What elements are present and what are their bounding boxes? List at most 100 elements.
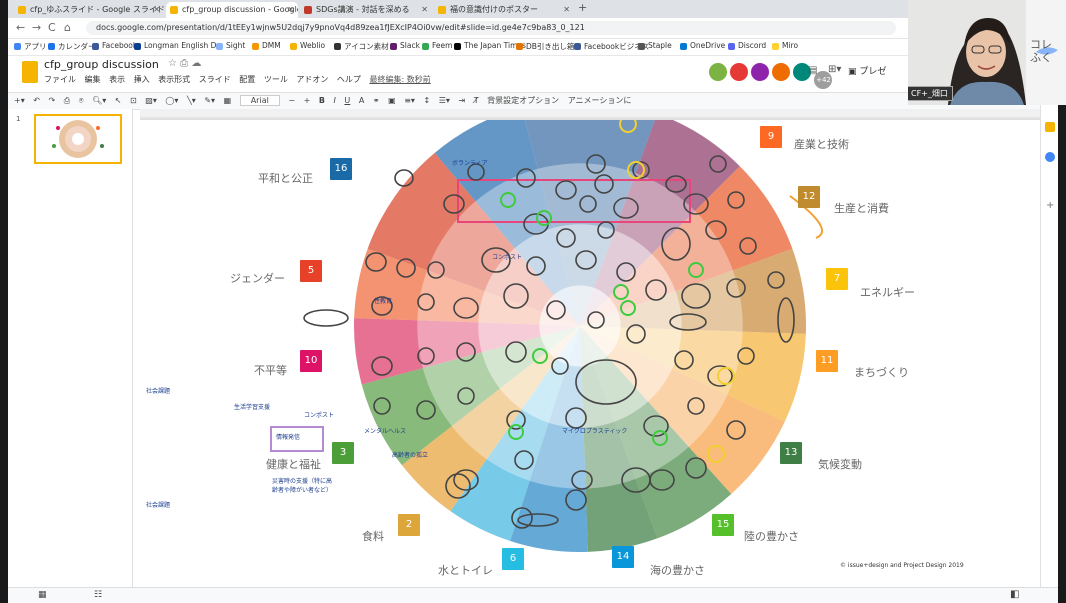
- zoom-icon[interactable]: 🔍︎▾: [92, 96, 106, 105]
- animation-button[interactable]: アニメーションに: [568, 96, 632, 105]
- annotation-text[interactable]: ボランティア: [452, 158, 488, 167]
- menu-file[interactable]: ファイル: [44, 75, 76, 84]
- annotation-text[interactable]: メンタルヘルス: [364, 426, 406, 435]
- bookmark-icon: [134, 43, 141, 50]
- bookmark-item[interactable]: Discord: [728, 41, 766, 50]
- menu-edit[interactable]: 編集: [85, 75, 101, 84]
- annotation-text[interactable]: 性教育: [374, 296, 392, 305]
- slide-thumbnail[interactable]: [34, 114, 122, 164]
- bookmark-item[interactable]: Slack: [390, 41, 420, 50]
- comment-icon[interactable]: ▣: [388, 96, 396, 105]
- menu-arrange[interactable]: 配置: [239, 75, 255, 84]
- bookmark-item[interactable]: Feem: [422, 41, 452, 50]
- bookmark-item[interactable]: カレンダー: [48, 41, 96, 52]
- last-edit-link[interactable]: 最終編集: 数秒前: [369, 75, 430, 84]
- bookmark-item[interactable]: DMM: [252, 41, 281, 50]
- menu-addons[interactable]: アドオン: [296, 75, 328, 84]
- document-title[interactable]: cfp_group discussion: [44, 58, 159, 71]
- text-color-icon[interactable]: A: [359, 96, 364, 105]
- close-icon[interactable]: ✕: [421, 2, 428, 18]
- annotation-text[interactable]: 高齢者の孤立: [392, 450, 428, 459]
- star-icon[interactable]: ☆ ⎙ ☁: [168, 58, 201, 69]
- menu-tools[interactable]: ツール: [264, 75, 288, 84]
- menu-help[interactable]: ヘルプ: [337, 75, 361, 84]
- close-icon[interactable]: ✕: [153, 2, 160, 18]
- menu-view[interactable]: 表示: [109, 75, 125, 84]
- comments-icon[interactable]: ▤: [808, 65, 817, 76]
- browser-tab[interactable]: 福の意識付けのポスター ✕: [434, 2, 574, 18]
- menu-slide[interactable]: スライド: [199, 75, 231, 84]
- fill-icon[interactable]: ▦: [224, 96, 232, 105]
- bookmark-item[interactable]: Weblio: [290, 41, 325, 50]
- menu-format[interactable]: 表示形式: [158, 75, 190, 84]
- tasks-icon[interactable]: [1045, 152, 1055, 162]
- avatar[interactable]: [771, 62, 792, 82]
- link-icon[interactable]: ⚭: [373, 96, 380, 105]
- textbox-icon[interactable]: ⊡: [130, 96, 137, 105]
- bookmark-item[interactable]: Facebook: [92, 41, 137, 50]
- font-size-minus[interactable]: −: [288, 96, 295, 105]
- select-icon[interactable]: ↖: [115, 96, 122, 105]
- bookmark-item[interactable]: Longman English D...: [134, 41, 224, 50]
- redo-icon[interactable]: ↷: [49, 96, 56, 105]
- slide-canvas[interactable]: 16 平和と公正 5 ジェンダー 10 不平等 3 健康と福祉 2 食料 6 水とトイレ 14 海の豊かさ…: [136, 120, 1036, 584]
- image-icon[interactable]: ▨▾: [145, 96, 157, 105]
- annotation-text[interactable]: コンポスト: [304, 410, 334, 419]
- url-field[interactable]: docs.google.com/presentation/d/1tEEy1wjn…: [86, 21, 896, 35]
- undo-icon[interactable]: ↶: [33, 96, 40, 105]
- reload-icon[interactable]: C: [48, 21, 56, 34]
- align-icon[interactable]: ≡▾: [404, 96, 415, 105]
- avatar[interactable]: [708, 62, 728, 82]
- indent-icon[interactable]: ⇥: [458, 96, 465, 105]
- menu-insert[interactable]: 挿入: [134, 75, 150, 84]
- line-icon[interactable]: ╲▾: [187, 96, 196, 105]
- add-panel-icon[interactable]: +: [1046, 200, 1054, 211]
- pen-icon[interactable]: ✎▾: [204, 96, 215, 105]
- line-spacing-icon[interactable]: ↕: [423, 96, 430, 105]
- forward-arrow-icon[interactable]: →: [32, 21, 41, 34]
- font-select[interactable]: Arial: [239, 95, 280, 106]
- add-slide-icon[interactable]: +▾: [14, 96, 25, 105]
- explore-icon[interactable]: ◧: [1010, 589, 1019, 600]
- bold-icon[interactable]: B: [319, 96, 325, 105]
- underline-icon[interactable]: U: [344, 96, 350, 105]
- annotation-text[interactable]: 生活学習支援: [234, 402, 270, 411]
- clear-format-icon[interactable]: T̸: [474, 96, 479, 105]
- print-icon[interactable]: ⎙: [64, 96, 70, 105]
- annotation-text[interactable]: 社会課題: [146, 386, 170, 395]
- bookmark-item[interactable]: OneDrive: [680, 41, 725, 50]
- browser-tab[interactable]: SDGs講演 - 対話を深める ✕: [300, 2, 432, 18]
- avatar[interactable]: [750, 62, 771, 82]
- browser-tab-active[interactable]: cfp_group discussion - Google ✕: [166, 2, 298, 18]
- close-icon[interactable]: ✕: [563, 2, 570, 18]
- new-tab-button[interactable]: +: [578, 1, 587, 14]
- grid-view-icon[interactable]: ▦: [38, 590, 47, 600]
- avatar[interactable]: [729, 62, 750, 82]
- browser-tab[interactable]: cfp_ゆふスライド - Google スライド ✕: [14, 2, 164, 18]
- bg-option-button[interactable]: 背景設定オプション: [487, 96, 559, 105]
- annotation-text[interactable]: コンポスト: [492, 252, 522, 261]
- paint-format-icon[interactable]: ⍟: [79, 96, 84, 105]
- annotation-text[interactable]: マイクロプラスティック: [562, 426, 627, 435]
- bookmark-item[interactable]: Staple: [638, 41, 672, 50]
- shape-icon[interactable]: ◯▾: [165, 96, 178, 105]
- italic-icon[interactable]: I: [334, 96, 336, 105]
- close-icon[interactable]: ✕: [287, 2, 294, 18]
- bookmark-item[interactable]: Sight: [216, 41, 245, 50]
- home-icon[interactable]: ⌂: [64, 21, 71, 34]
- bookmark-item[interactable]: Miro: [772, 41, 798, 50]
- bookmark-item[interactable]: アプリ: [14, 41, 47, 52]
- back-arrow-icon[interactable]: ←: [16, 21, 25, 34]
- annotation-text[interactable]: 災害時の支援（特に高齢者や障がい者など）: [272, 476, 332, 494]
- list-icon[interactable]: ☰▾: [439, 96, 450, 105]
- bookmark-item[interactable]: アイコン素材: [334, 41, 389, 52]
- annotation-text[interactable]: 社会課題: [146, 500, 170, 509]
- add-icon[interactable]: ⊞▾: [828, 64, 841, 75]
- present-button[interactable]: ▣ プレゼ: [848, 64, 886, 77]
- bookmark-item[interactable]: DB引き出し箱: [516, 41, 574, 52]
- font-size-plus[interactable]: +: [304, 96, 311, 105]
- slides-logo-icon[interactable]: [22, 61, 38, 83]
- keep-icon[interactable]: [1045, 122, 1055, 132]
- info-box[interactable]: 情報発信: [270, 426, 324, 452]
- filmstrip-view-icon[interactable]: ☷: [94, 590, 102, 600]
